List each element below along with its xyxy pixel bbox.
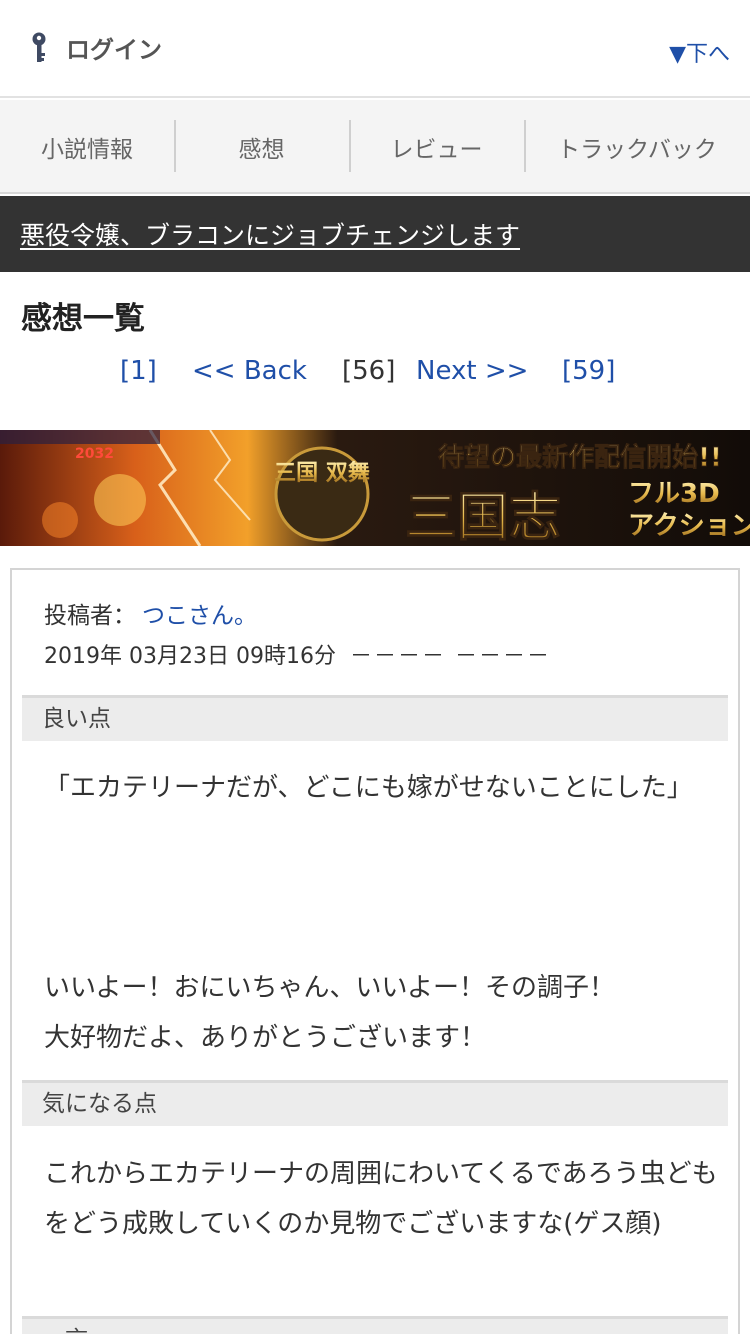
- ad-banner[interactable]: 2032 三国 双舞 待望の最新作配信開始!! 三国志 フル3D アクション: [0, 430, 750, 546]
- post-date-line: 2019年 03月23日 09時16分 －－－－ －－－－: [44, 638, 551, 670]
- page-title: 感想一覧: [21, 301, 145, 337]
- pager-next-link[interactable]: Next >>: [416, 356, 528, 386]
- key-icon: [32, 32, 46, 62]
- ad-banner-headline: 待望の最新作配信開始!!: [438, 442, 722, 473]
- ad-banner-sub2: アクション: [628, 511, 750, 541]
- rating-placeholder: －－－－ －－－－: [349, 644, 551, 669]
- tab-bar: 小説情報 感想 レビュー トラックバック: [0, 100, 750, 194]
- ad-banner-image: 2032 三国 双舞 待望の最新作配信開始!! 三国志 フル3D アクション: [0, 430, 750, 546]
- ad-banner-logo: 三国 双舞: [274, 460, 370, 486]
- good-points-line-b: 大好物だよ、ありがとうございます！: [44, 1023, 487, 1053]
- ad-banner-sub1: フル3D: [628, 479, 720, 509]
- login-label: ログイン: [66, 36, 162, 64]
- poster-line: 投稿者： つこさん。: [44, 596, 257, 630]
- author-link[interactable]: つこさん。: [142, 603, 257, 629]
- ad-banner-title: 三国志: [405, 487, 561, 546]
- good-points-text-1: 「エカテリーナだが、どこにも嫁がせないことにした」: [44, 773, 693, 803]
- site-header: ログイン ▼下へ: [0, 0, 750, 98]
- good-points-text-2: いいよー！おにいちゃん、いいよー！その調子！ 大好物だよ、ありがとうございます！: [44, 963, 724, 1063]
- good-points-heading: 良い点: [22, 695, 728, 741]
- pager-last-link[interactable]: [59]: [562, 356, 615, 386]
- concern-points-text: これからエカテリーナの周囲にわいてくるであろう虫どもをどう成敗していくのか見物で…: [44, 1159, 718, 1239]
- tab-reviews[interactable]: レビュー: [349, 100, 524, 194]
- pagination: [1] << Back [56] Next >> [59]: [0, 356, 750, 396]
- post-date: 2019年 03月23日 09時16分: [44, 644, 336, 669]
- good-points-line-a: いいよー！おにいちゃん、いいよー！その調子！: [44, 973, 615, 1003]
- pager-first-link[interactable]: [1]: [120, 356, 157, 386]
- tab-novel-info[interactable]: 小説情報: [0, 100, 174, 194]
- novel-title-bar: 悪役令嬢、ブラコンにジョブチェンジします: [0, 196, 750, 272]
- scroll-to-bottom-link[interactable]: ▼下へ: [669, 36, 730, 68]
- ad-banner-tag: 2032: [75, 446, 114, 462]
- pager-current-page: [56]: [342, 356, 396, 386]
- comment-card: 投稿者： つこさん。 2019年 03月23日 09時16分 －－－－ －－－－ 良…: [10, 568, 740, 1334]
- novel-title-link[interactable]: 悪役令嬢、ブラコンにジョブチェンジします: [20, 216, 520, 252]
- tab-impressions[interactable]: 感想: [174, 100, 349, 194]
- comment-note-heading: 一言: [22, 1316, 728, 1334]
- concern-points-heading: 気になる点: [22, 1080, 728, 1126]
- poster-label: 投稿者：: [44, 603, 136, 629]
- pager-back-link[interactable]: << Back: [192, 356, 307, 386]
- login-link[interactable]: ログイン: [28, 30, 162, 65]
- tab-trackback[interactable]: トラックバック: [524, 100, 750, 194]
